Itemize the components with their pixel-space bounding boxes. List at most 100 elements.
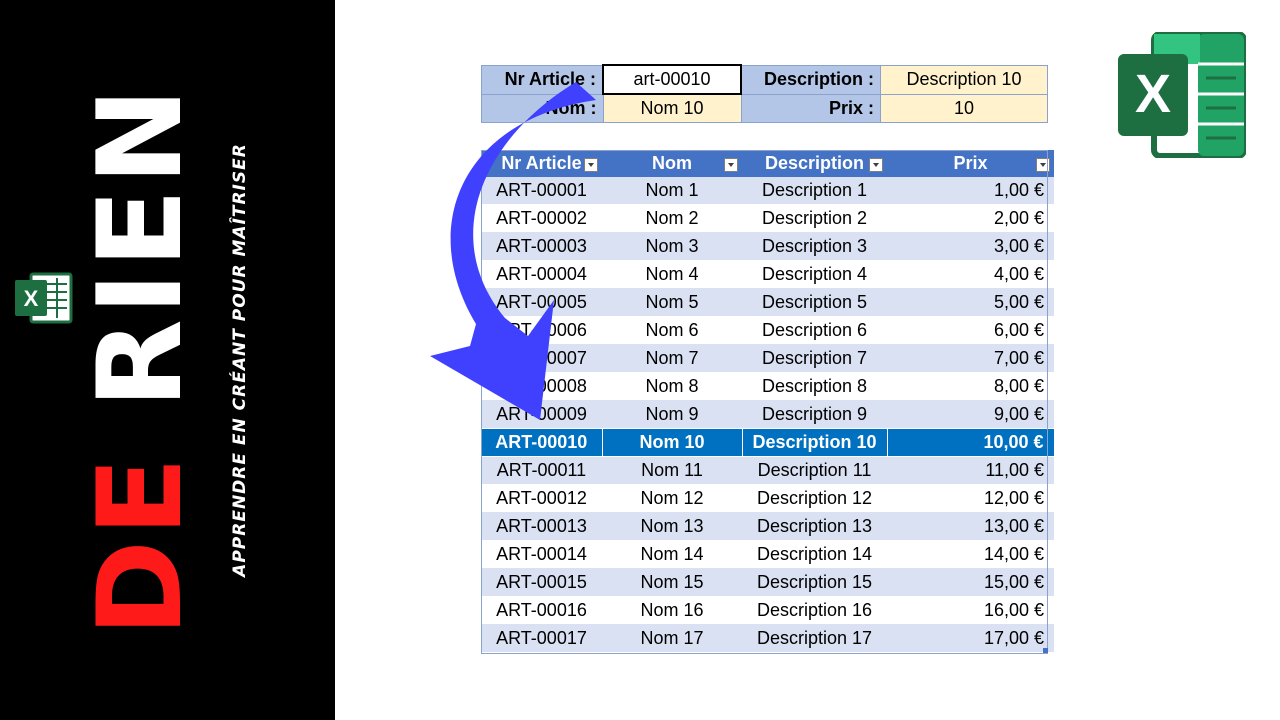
cell-description[interactable]: Description 6 [742, 316, 888, 345]
column-header-article[interactable]: Nr Article [481, 150, 602, 177]
cell-description[interactable]: Description 13 [742, 512, 888, 541]
filter-dropdown-icon[interactable] [584, 158, 598, 172]
cell-nom[interactable]: Nom 5 [602, 288, 742, 317]
cell-nom[interactable]: Nom 7 [602, 344, 742, 373]
cell-article[interactable]: ART-00011 [481, 456, 602, 485]
cell-nom[interactable]: Nom 2 [602, 204, 742, 233]
cell-article[interactable]: ART-00002 [481, 204, 602, 233]
cell-description[interactable]: Description 17 [742, 624, 888, 653]
cell-prix[interactable]: 8,00 € [887, 372, 1055, 401]
cell-nom[interactable]: Nom 15 [602, 568, 742, 597]
cell-prix[interactable]: 10,00 € [887, 428, 1055, 457]
table-row[interactable]: ART-00012 Nom 12 Description 12 12,00 € [481, 484, 1055, 513]
cell-article[interactable]: ART-00013 [481, 512, 602, 541]
cell-nom[interactable]: Nom 3 [602, 232, 742, 261]
cell-article[interactable]: ART-00006 [481, 316, 602, 345]
table-row[interactable]: ART-00014 Nom 14 Description 14 14,00 € [481, 540, 1055, 569]
cell-prix[interactable]: 9,00 € [887, 400, 1055, 429]
cell-prix[interactable]: 12,00 € [887, 484, 1055, 513]
cell-prix[interactable]: 11,00 € [887, 456, 1055, 485]
cell-article[interactable]: ART-00012 [481, 484, 602, 513]
table-row[interactable]: ART-00016 Nom 16 Description 16 16,00 € [481, 596, 1055, 625]
table-row[interactable]: ART-00004 Nom 4 Description 4 4,00 € [481, 260, 1055, 289]
cell-nom[interactable]: Nom 13 [602, 512, 742, 541]
cell-article[interactable]: ART-00015 [481, 568, 602, 597]
cell-article[interactable]: ART-00009 [481, 400, 602, 429]
table-row[interactable]: ART-00013 Nom 13 Description 13 13,00 € [481, 512, 1055, 541]
column-header-prix[interactable]: Prix [887, 150, 1055, 177]
filter-dropdown-icon[interactable] [724, 158, 738, 172]
cell-prix[interactable]: 4,00 € [887, 260, 1055, 289]
cell-description[interactable]: Description 12 [742, 484, 888, 513]
cell-prix[interactable]: 13,00 € [887, 512, 1055, 541]
table-row[interactable]: ART-00008 Nom 8 Description 8 8,00 € [481, 372, 1055, 401]
cell-description[interactable]: Description 16 [742, 596, 888, 625]
cell-description[interactable]: Description 11 [742, 456, 888, 485]
cell-prix[interactable]: 7,00 € [887, 344, 1055, 373]
table-row[interactable]: ART-00009 Nom 9 Description 9 9,00 € [481, 400, 1055, 429]
table-row[interactable]: ART-00005 Nom 5 Description 5 5,00 € [481, 288, 1055, 317]
cell-prix[interactable]: 14,00 € [887, 540, 1055, 569]
cell-nom[interactable]: Nom 6 [602, 316, 742, 345]
cell-description[interactable]: Description 15 [742, 568, 888, 597]
cell-nom[interactable]: Nom 16 [602, 596, 742, 625]
description-input[interactable]: Description 10 [880, 64, 1048, 95]
table-row[interactable]: ART-00017 Nom 17 Description 17 17,00 € [481, 624, 1055, 653]
cell-description[interactable]: Description 4 [742, 260, 888, 289]
table-row[interactable]: ART-00007 Nom 7 Description 7 7,00 € [481, 344, 1055, 373]
table-row[interactable]: ART-00006 Nom 6 Description 6 6,00 € [481, 316, 1055, 345]
column-header-description[interactable]: Description [742, 150, 888, 177]
cell-article[interactable]: ART-00001 [481, 177, 602, 205]
cell-article[interactable]: ART-00010 [481, 428, 603, 457]
table-row[interactable]: ART-00003 Nom 3 Description 3 3,00 € [481, 232, 1055, 261]
cell-prix[interactable]: 3,00 € [887, 232, 1055, 261]
cell-article[interactable]: ART-00004 [481, 260, 602, 289]
cell-nom[interactable]: Nom 17 [602, 624, 742, 653]
cell-description[interactable]: Description 8 [742, 372, 888, 401]
cell-prix[interactable]: 6,00 € [887, 316, 1055, 345]
table-resize-handle[interactable] [1043, 648, 1048, 653]
cell-prix[interactable]: 16,00 € [887, 596, 1055, 625]
filter-dropdown-icon[interactable] [1036, 158, 1051, 172]
cell-description[interactable]: Description 14 [742, 540, 888, 569]
cell-nom[interactable]: Nom 4 [602, 260, 742, 289]
cell-article[interactable]: ART-00014 [481, 540, 602, 569]
article-input[interactable]: art-00010 [602, 64, 742, 95]
cell-article[interactable]: ART-00017 [481, 624, 602, 653]
cell-nom[interactable]: Nom 8 [602, 372, 742, 401]
cell-article[interactable]: ART-00003 [481, 232, 602, 261]
table-row[interactable]: ART-00011 Nom 11 Description 11 11,00 € [481, 456, 1055, 485]
cell-prix[interactable]: 15,00 € [887, 568, 1055, 597]
cell-description[interactable]: Description 2 [742, 204, 888, 233]
table-row[interactable]: ART-00010 Nom 10 Description 10 10,00 € [481, 428, 1055, 457]
prix-input[interactable]: 10 [880, 93, 1048, 123]
cell-prix[interactable]: 1,00 € [887, 177, 1055, 205]
nom-input[interactable]: Nom 10 [602, 93, 742, 123]
cell-article[interactable]: ART-00008 [481, 372, 602, 401]
table-row[interactable]: ART-00015 Nom 15 Description 15 15,00 € [481, 568, 1055, 597]
column-header-nom[interactable]: Nom [602, 150, 742, 177]
cell-description[interactable]: Description 7 [742, 344, 888, 373]
cell-nom[interactable]: Nom 14 [602, 540, 742, 569]
cell-article[interactable]: ART-00007 [481, 344, 602, 373]
cell-nom[interactable]: Nom 9 [602, 400, 742, 429]
cell-description[interactable]: Description 5 [742, 288, 888, 317]
filter-dropdown-icon[interactable] [869, 158, 884, 172]
cell-description[interactable]: Description 10 [742, 428, 888, 457]
cell-description[interactable]: Description 1 [742, 177, 888, 205]
excel-small-icon: X [15, 270, 73, 326]
cell-prix[interactable]: 5,00 € [887, 288, 1055, 317]
cell-prix[interactable]: 17,00 € [887, 624, 1055, 653]
articles-table: Nr Article Nom Description Prix ART-0000… [481, 150, 1055, 653]
cell-article[interactable]: ART-00016 [481, 596, 602, 625]
table-row[interactable]: ART-00001 Nom 1 Description 1 1,00 € [481, 177, 1055, 205]
cell-description[interactable]: Description 3 [742, 232, 888, 261]
cell-nom[interactable]: Nom 10 [602, 428, 743, 457]
cell-nom[interactable]: Nom 11 [602, 456, 742, 485]
cell-prix[interactable]: 2,00 € [887, 204, 1055, 233]
cell-nom[interactable]: Nom 1 [602, 177, 742, 205]
cell-description[interactable]: Description 9 [742, 400, 888, 429]
cell-article[interactable]: ART-00005 [481, 288, 602, 317]
table-row[interactable]: ART-00002 Nom 2 Description 2 2,00 € [481, 204, 1055, 233]
cell-nom[interactable]: Nom 12 [602, 484, 742, 513]
